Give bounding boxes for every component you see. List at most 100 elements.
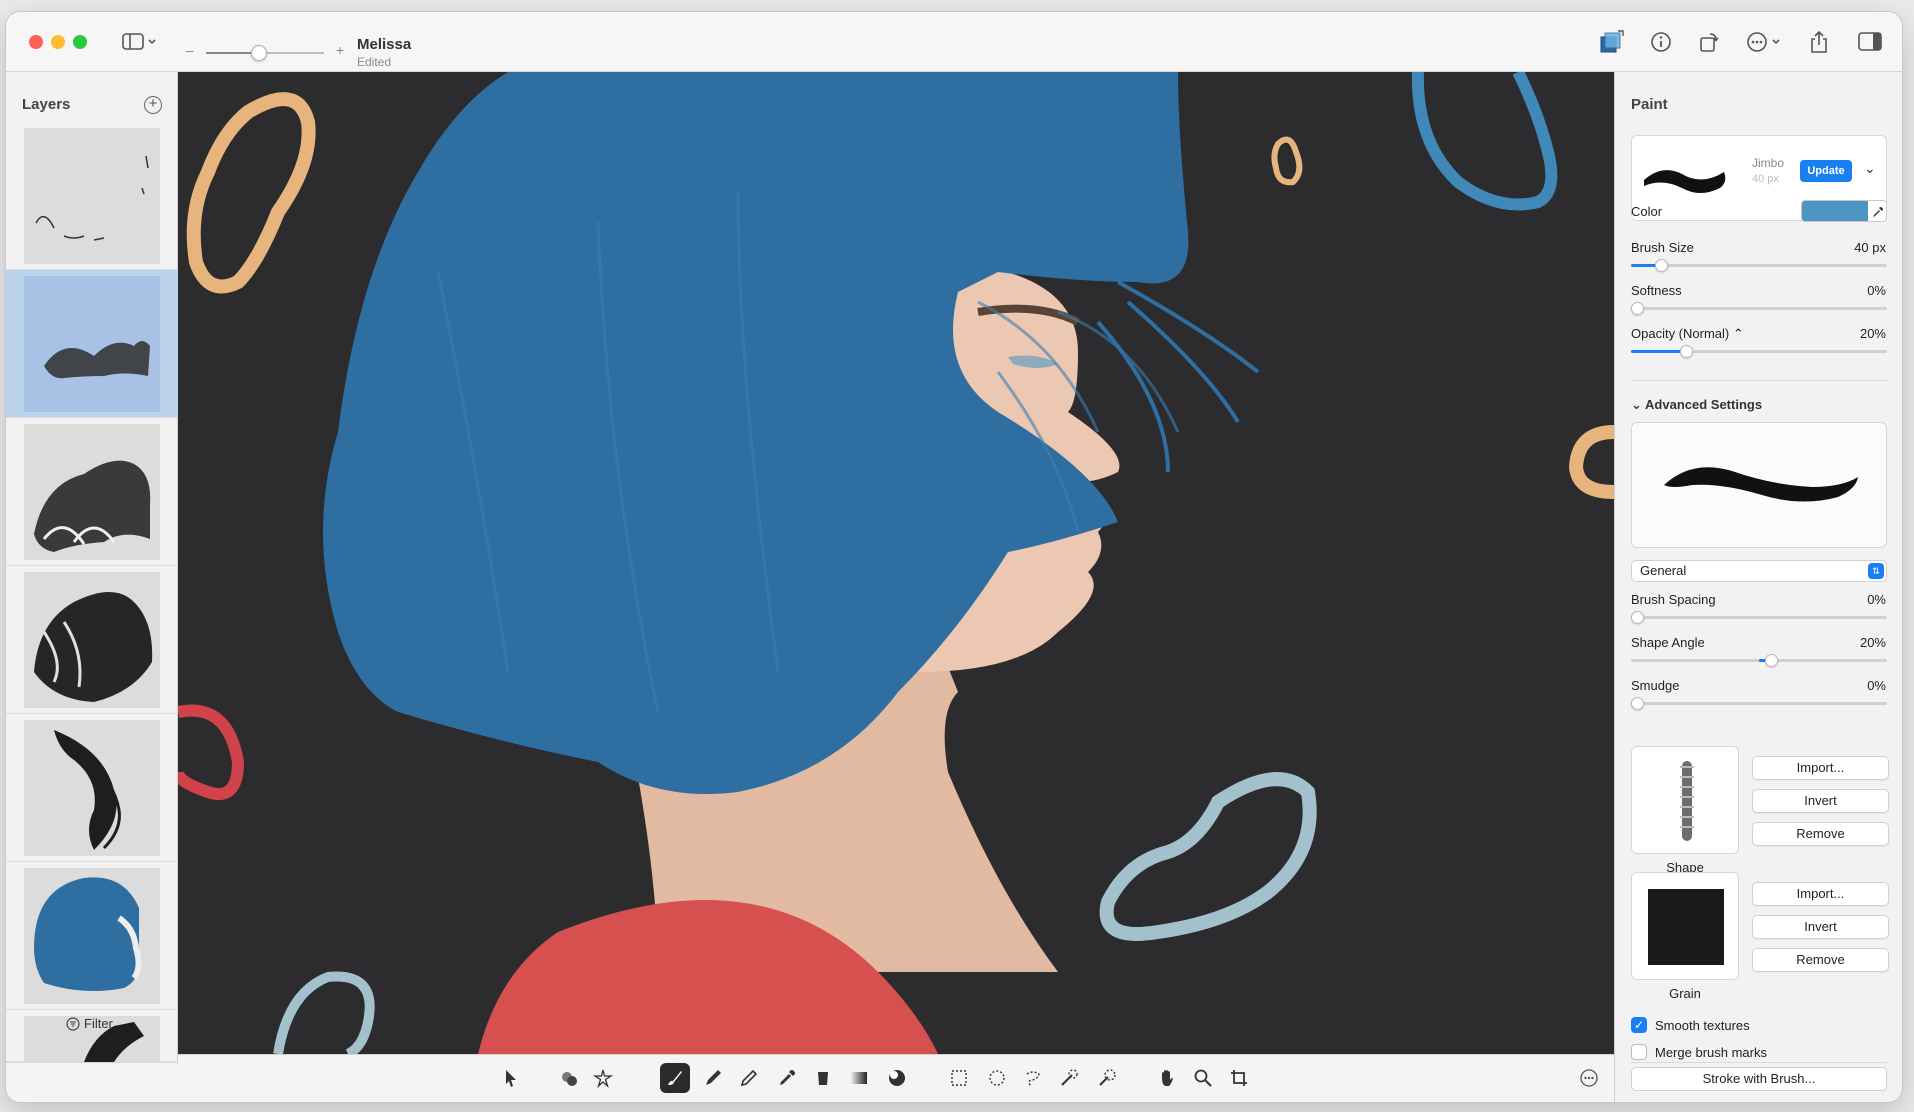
sidebar-toggle-icon[interactable]	[118, 28, 162, 56]
brush-spacing-slider[interactable]	[1631, 611, 1887, 624]
shape-angle-slider[interactable]	[1631, 654, 1887, 667]
document-status: Edited	[357, 55, 392, 69]
shape-texture-preview[interactable]	[1631, 746, 1739, 854]
opacity-label[interactable]: Opacity (Normal) ⌃	[1631, 326, 1744, 342]
shape-orange-loop	[186, 92, 316, 294]
opacity-slider[interactable]	[1631, 345, 1887, 358]
stroke-with-brush-button[interactable]: Stroke with Brush...	[1631, 1067, 1887, 1091]
gradient-tool-icon[interactable]	[844, 1063, 874, 1093]
info-icon[interactable]	[1648, 28, 1674, 56]
layer-row[interactable]	[6, 566, 178, 714]
title-bar: – + Melissa Edited	[6, 12, 1902, 72]
chevron-down-icon: ⌄	[1631, 397, 1646, 412]
app-window: – + Melissa Edited Layers + Filter Paint…	[6, 12, 1902, 1102]
lasso-select-icon[interactable]	[1018, 1063, 1048, 1093]
layer-row[interactable]	[6, 418, 178, 566]
zoom-slider-knob[interactable]	[251, 45, 267, 61]
smooth-textures-checkbox[interactable]: ✓	[1631, 1017, 1647, 1033]
zoom-tool-icon[interactable]	[1188, 1063, 1218, 1093]
pencil-tool-icon[interactable]	[734, 1063, 764, 1093]
brush-spacing-label: Brush Spacing	[1631, 592, 1716, 607]
color-select-icon[interactable]	[1092, 1063, 1122, 1093]
layer-row[interactable]	[6, 122, 178, 270]
shape-angle-label: Shape Angle	[1631, 635, 1705, 650]
color-layers-icon[interactable]	[1598, 28, 1626, 56]
remove-grain-button[interactable]: Remove	[1752, 948, 1889, 972]
advanced-settings-toggle[interactable]: ⌄ Advanced Settings	[1631, 397, 1762, 413]
slider-knob[interactable]	[1631, 302, 1644, 315]
grain-texture-preview[interactable]	[1631, 872, 1739, 980]
magic-tool-icon[interactable]	[588, 1063, 618, 1093]
brush-size-slider[interactable]	[1631, 259, 1887, 272]
smudge-slider[interactable]	[1631, 697, 1887, 710]
chevron-down-icon[interactable]: ⌄	[1864, 160, 1876, 177]
slider-knob[interactable]	[1631, 611, 1644, 624]
layers-footer	[6, 1062, 178, 1102]
inspector-toggle-icon[interactable]	[1856, 28, 1884, 56]
layer-thumbnail	[24, 424, 160, 560]
advanced-settings-title: Advanced Settings	[1645, 397, 1763, 412]
brush-size-value: 40 px	[1854, 240, 1886, 255]
filter-button[interactable]: Filter	[66, 1016, 113, 1031]
brush-spacing-value: 0%	[1867, 592, 1886, 607]
zoom-out-button[interactable]: –	[186, 42, 194, 58]
layer-thumbnail	[24, 868, 160, 1004]
shapes-tool-icon[interactable]	[554, 1063, 584, 1093]
tools-toolbar	[178, 1054, 1614, 1102]
zoom-in-button[interactable]: +	[336, 42, 344, 58]
brush-tool-icon[interactable]	[660, 1063, 690, 1093]
magic-select-icon[interactable]	[1054, 1063, 1084, 1093]
smudge-label: Smudge	[1631, 678, 1680, 693]
update-brush-button[interactable]: Update	[1800, 160, 1852, 182]
layers-panel: Layers +	[6, 72, 178, 1102]
invert-shape-button[interactable]: Invert	[1752, 789, 1889, 813]
slider-knob[interactable]	[1631, 697, 1644, 710]
import-shape-button[interactable]: Import...	[1752, 756, 1889, 780]
layer-row[interactable]	[6, 862, 178, 1010]
layer-thumbnail	[24, 128, 160, 264]
slider-fill	[1631, 350, 1686, 353]
import-grain-button[interactable]: Import...	[1752, 882, 1889, 906]
add-layer-icon[interactable]: +	[144, 96, 162, 114]
more-icon[interactable]	[1744, 28, 1788, 56]
fill-tool-icon[interactable]	[808, 1063, 838, 1093]
ellipse-select-icon[interactable]	[982, 1063, 1012, 1093]
slider-knob[interactable]	[1680, 345, 1693, 358]
crop-tool-icon[interactable]	[1224, 1063, 1254, 1093]
paint-title: Paint	[1631, 96, 1668, 113]
close-window-button[interactable]	[29, 35, 43, 49]
zoom-slider[interactable]	[206, 45, 324, 61]
eyedropper-tool-icon[interactable]	[772, 1063, 802, 1093]
brush-preset-select[interactable]: General ⇅	[1631, 560, 1887, 582]
layer-thumbnail	[24, 572, 160, 708]
layer-row[interactable]	[6, 714, 178, 862]
divider	[1631, 1062, 1887, 1063]
shape-light-bottom	[273, 971, 375, 1054]
minimize-window-button[interactable]	[51, 35, 65, 49]
paint-inspector: Paint Jimbo 40 px Update ⌄ Color Brush S…	[1614, 72, 1902, 1102]
slider-knob[interactable]	[1655, 259, 1668, 272]
drawing-canvas[interactable]	[178, 72, 1614, 1054]
divider	[1631, 380, 1887, 381]
shape-red-loop	[178, 704, 245, 800]
rectangle-select-icon[interactable]	[944, 1063, 974, 1093]
blend-tool-icon[interactable]	[882, 1063, 912, 1093]
rotate-icon[interactable]	[1696, 28, 1722, 56]
layer-row-selected[interactable]	[6, 270, 178, 418]
color-well[interactable]	[1801, 200, 1887, 222]
pen-tool-icon[interactable]	[698, 1063, 728, 1093]
invert-grain-button[interactable]: Invert	[1752, 915, 1889, 939]
more-tools-icon[interactable]	[1574, 1063, 1604, 1093]
layer-thumbnail	[24, 720, 160, 856]
merge-brush-marks-checkbox[interactable]	[1631, 1044, 1647, 1060]
share-icon[interactable]	[1806, 28, 1832, 56]
softness-value: 0%	[1867, 283, 1886, 298]
hand-tool-icon[interactable]	[1152, 1063, 1182, 1093]
remove-shape-button[interactable]: Remove	[1752, 822, 1889, 846]
pointer-tool-icon[interactable]	[496, 1063, 526, 1093]
slider-knob[interactable]	[1765, 654, 1778, 667]
softness-slider[interactable]	[1631, 302, 1887, 315]
zoom-window-button[interactable]	[73, 35, 87, 49]
select-arrows-icon: ⇅	[1868, 563, 1884, 579]
eyedropper-icon[interactable]	[1868, 201, 1886, 221]
